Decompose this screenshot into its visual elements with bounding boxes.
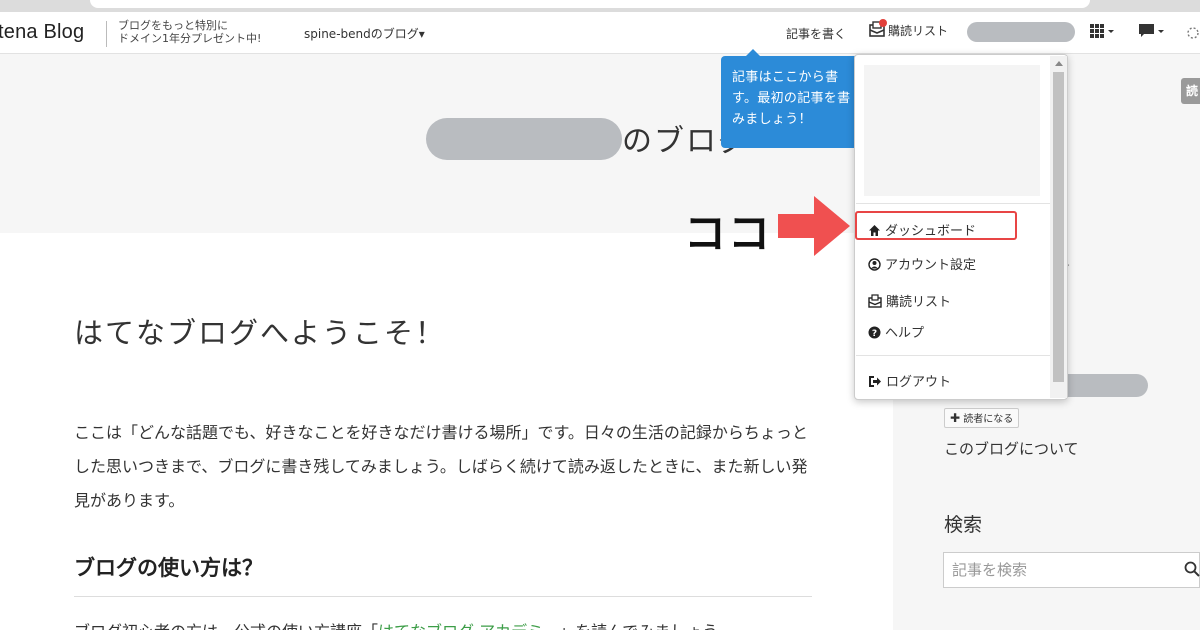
search-input[interactable] [944,553,1164,587]
blog-selector[interactable]: spine-bendのブログ▾ [304,25,425,42]
menu-item-dashboard[interactable]: ダッシュボード [868,220,976,239]
menu-item-reader-list[interactable]: 購読リスト [868,291,951,310]
reader-list-link[interactable]: 購読リスト [868,19,949,39]
promo-banner[interactable]: ブログをもっと特別に ドメイン1年分プレゼント中! [118,19,261,45]
write-tooltip: 記事はここから書 す。最初の記事を書 みましょう！ [721,56,863,148]
question-icon: ? [868,326,881,339]
browser-chrome-strip [0,0,1200,12]
search-heading: 検索 [944,514,983,536]
menu-item-label: 購読リスト [886,295,952,310]
search-icon[interactable] [1184,561,1200,581]
menu-item-label: ヘルプ [885,326,925,341]
profile-preview [864,65,1040,196]
search-box [943,552,1200,588]
about-blog-link[interactable]: このブログについて [944,438,1079,459]
user-name-redacted[interactable] [967,22,1075,42]
scroll-up-icon[interactable] [1055,61,1063,66]
user-circle-icon [868,258,881,271]
message-icon[interactable] [1138,23,1166,43]
edge-reader-button[interactable]: 読 [1181,78,1200,104]
blog-name-redacted [426,118,622,160]
tooltip-line-2: す。最初の記事を書 [732,91,851,106]
write-post-link[interactable]: 記事を書く [786,25,846,42]
tooltip-arrow [746,49,760,56]
menu-item-account-settings[interactable]: アカウント設定 [868,254,976,273]
paragraph-prefix: ブログ初心者の方は、公式の使い方講座「 [74,622,378,630]
menu-item-label: ログアウト [886,375,952,390]
logout-icon [869,376,881,387]
header-divider [106,21,107,47]
user-dropdown-menu: ダッシュボード アカウント設定 購読リスト ? ヘルプ ログアウト [854,54,1068,400]
notification-dot [879,19,887,27]
svg-text:?: ? [872,329,877,339]
section-heading: ブログの使い方は？ [74,556,263,580]
post-title[interactable]: はてなブログへようこそ！ [74,310,446,352]
paragraph-suffix: 」を読んでみましょう [559,622,718,630]
menu-divider [856,355,1050,356]
plus-icon: ✚ [950,411,961,425]
menu-item-label: ダッシュボード [885,224,977,239]
academy-link[interactable]: はてなブログ アカデミー [378,622,559,630]
global-header: tena Blog ブログをもっと特別に ドメイン1年分プレゼント中! spin… [0,12,1200,54]
menu-item-label: アカウント設定 [885,258,977,273]
address-bar[interactable] [90,0,1090,8]
annotation-label: ココ [684,209,773,258]
reader-mail-icon [868,19,887,39]
grid-menu-icon[interactable] [1090,23,1116,43]
menu-item-logout[interactable]: ログアウト [868,371,951,390]
post-paragraph: ブログ初心者の方は、公式の使い方講座「はてなブログ アカデミー」を読んでみましょ… [74,618,718,630]
annotation-arrow-icon [778,196,850,256]
promo-line-1: ブログをもっと特別に [118,19,228,32]
menu-item-help[interactable]: ? ヘルプ [868,322,924,341]
dropdown-scrollbar[interactable] [1050,56,1067,398]
section-divider [74,596,812,597]
menu-divider [856,203,1050,204]
promo-line-2: ドメイン1年分プレゼント中! [118,32,262,45]
subscribe-label: 読者になる [963,414,1014,425]
extension-icon[interactable] [1186,25,1200,44]
scroll-thumb[interactable] [1053,72,1064,382]
reader-list-label: 購読リスト [888,23,949,38]
subscribe-button[interactable]: ✚ 読者になる [944,408,1020,428]
mail-reader-icon [868,294,882,308]
home-icon [869,225,880,236]
post-body: ここは「どんな話題でも、好きなことを好きなだけ書ける場所」です。日々の生活の記録… [74,423,808,510]
hatena-blog-logo[interactable]: tena Blog [0,21,84,44]
tooltip-line-1: 記事はここから書 [732,70,839,85]
tooltip-line-3: みましょう！ [732,112,812,127]
